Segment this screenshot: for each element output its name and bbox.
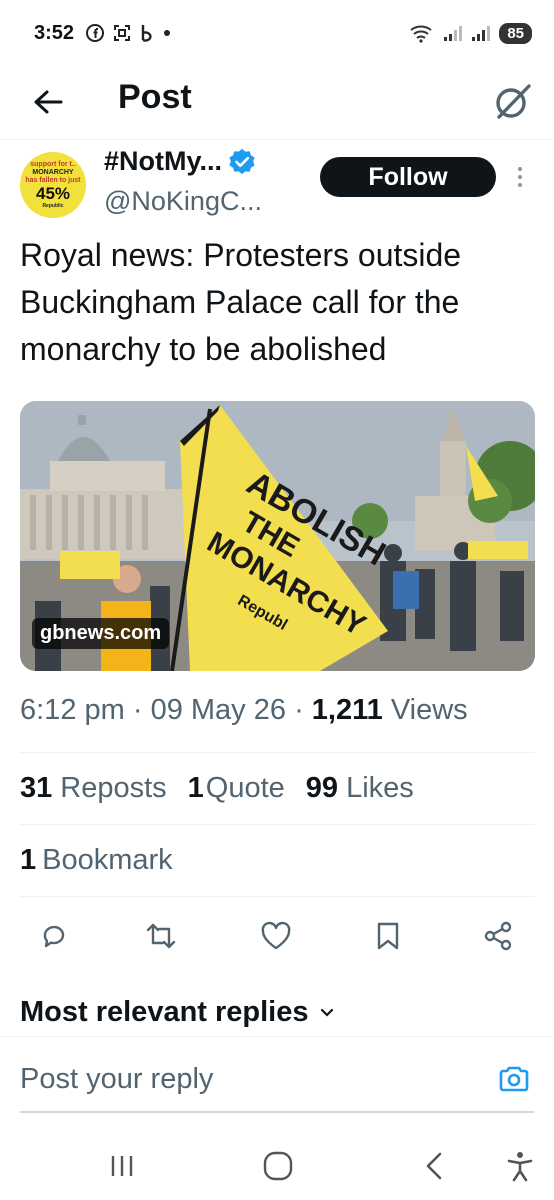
bookmarks-stat[interactable]: 1 Bookmark [20,844,173,877]
battery-icon: 85 [499,22,532,44]
accessibility-button[interactable] [500,1146,540,1186]
wifi-icon [410,25,432,43]
quotes-count: 1 [187,772,204,804]
follow-button[interactable]: Follow [320,157,496,197]
arrow-left-icon [34,90,63,114]
signal-icon [444,26,463,41]
b-app-icon [141,25,152,42]
bookmark-button[interactable] [368,916,408,956]
avatar-percent: 45% [35,184,71,203]
more-options-icon[interactable] [510,162,530,192]
reply-input[interactable] [20,1063,470,1096]
action-bar [0,912,554,960]
camera-button[interactable] [496,1061,532,1097]
repost-button[interactable] [141,916,181,956]
likes-label: Likes [346,772,414,804]
camera-icon [499,1066,529,1092]
meta-separator: · [132,694,151,726]
status-bar: 3:52 85 [0,0,554,66]
quotes-stat[interactable]: 1Quote [188,772,285,805]
source-badge: gbnews.com [32,618,170,649]
like-icon [261,921,291,950]
engagement-stats: 31 Reposts 1Quote 99 Likes [20,772,534,805]
reposts-count: 31 [20,772,53,804]
recents-button[interactable] [102,1146,142,1186]
recents-icon [111,1156,133,1176]
likes-count: 99 [305,772,339,804]
quotes-label: Quote [205,772,285,804]
user-handle[interactable]: @NoKingC... [104,186,262,217]
home-button[interactable] [258,1146,298,1186]
reposts-stat[interactable]: 31 Reposts [20,772,167,805]
avatar[interactable]: support for t.. MONARCHY has fallen to j… [20,152,86,218]
share-icon [484,921,512,951]
reposts-label: Reposts [60,772,167,804]
reply-icon [43,925,65,948]
screenshot-icon [114,25,131,41]
display-name-text: #NotMy... [104,146,223,176]
meta-separator: · [294,694,312,726]
chevron-down-icon [320,1008,333,1017]
replies-sort-dropdown[interactable]: Most relevant replies [20,996,335,1029]
tweet-time[interactable]: 6:12 pm [20,694,125,726]
verified-badge-icon [228,148,256,176]
divider [20,824,534,825]
bookmarks-label: Bookmark [42,844,173,876]
chevron-left-icon [426,1152,442,1180]
reply-underline [20,1111,534,1113]
system-nav-bar [0,1126,554,1200]
author-row: support for t.. MONARCHY has fallen to j… [0,146,554,224]
page-title: Post [118,78,192,116]
repost-icon [146,923,176,949]
back-button[interactable] [28,82,68,122]
tweet-text: Royal news: Protesters outside Buckingha… [20,237,462,367]
bookmarks-count: 1 [20,844,37,876]
home-icon [263,1151,293,1181]
views-count: 1,211 [311,694,383,726]
reply-composer [0,1036,554,1113]
accessibility-icon [507,1152,533,1182]
bookmark-icon [377,922,399,950]
facebook-icon [86,24,105,42]
display-name[interactable]: #NotMy... [104,146,256,177]
divider [20,752,534,753]
avatar-text-2: MONARCHY [32,169,74,176]
reply-button[interactable] [34,916,74,956]
grok-icon [496,84,531,119]
tweet-meta: 6:12 pm · 09 May 26 · 1,211 Views [20,694,534,727]
avatar-text-1: support for t.. [30,161,76,168]
views-label: Views [390,694,468,726]
tweet-date[interactable]: 09 May 26 [151,694,286,726]
grok-button[interactable] [488,78,536,126]
status-time: 3:52 [34,21,75,44]
signal-icon-2 [472,26,491,41]
likes-stat[interactable]: 99 Likes [306,772,414,805]
dot-icon [164,30,171,36]
replies-heading: Most relevant replies [20,996,309,1028]
avatar-brand: Republic [42,203,64,209]
tweet-media-image[interactable]: ABOLISH THE MONARCHY Republ gbnews.com [20,401,535,671]
post-header: Post [0,66,554,140]
like-button[interactable] [256,916,296,956]
divider [20,896,534,897]
share-button[interactable] [478,916,518,956]
status-left-icons [86,24,171,42]
system-back-button[interactable] [414,1146,454,1186]
